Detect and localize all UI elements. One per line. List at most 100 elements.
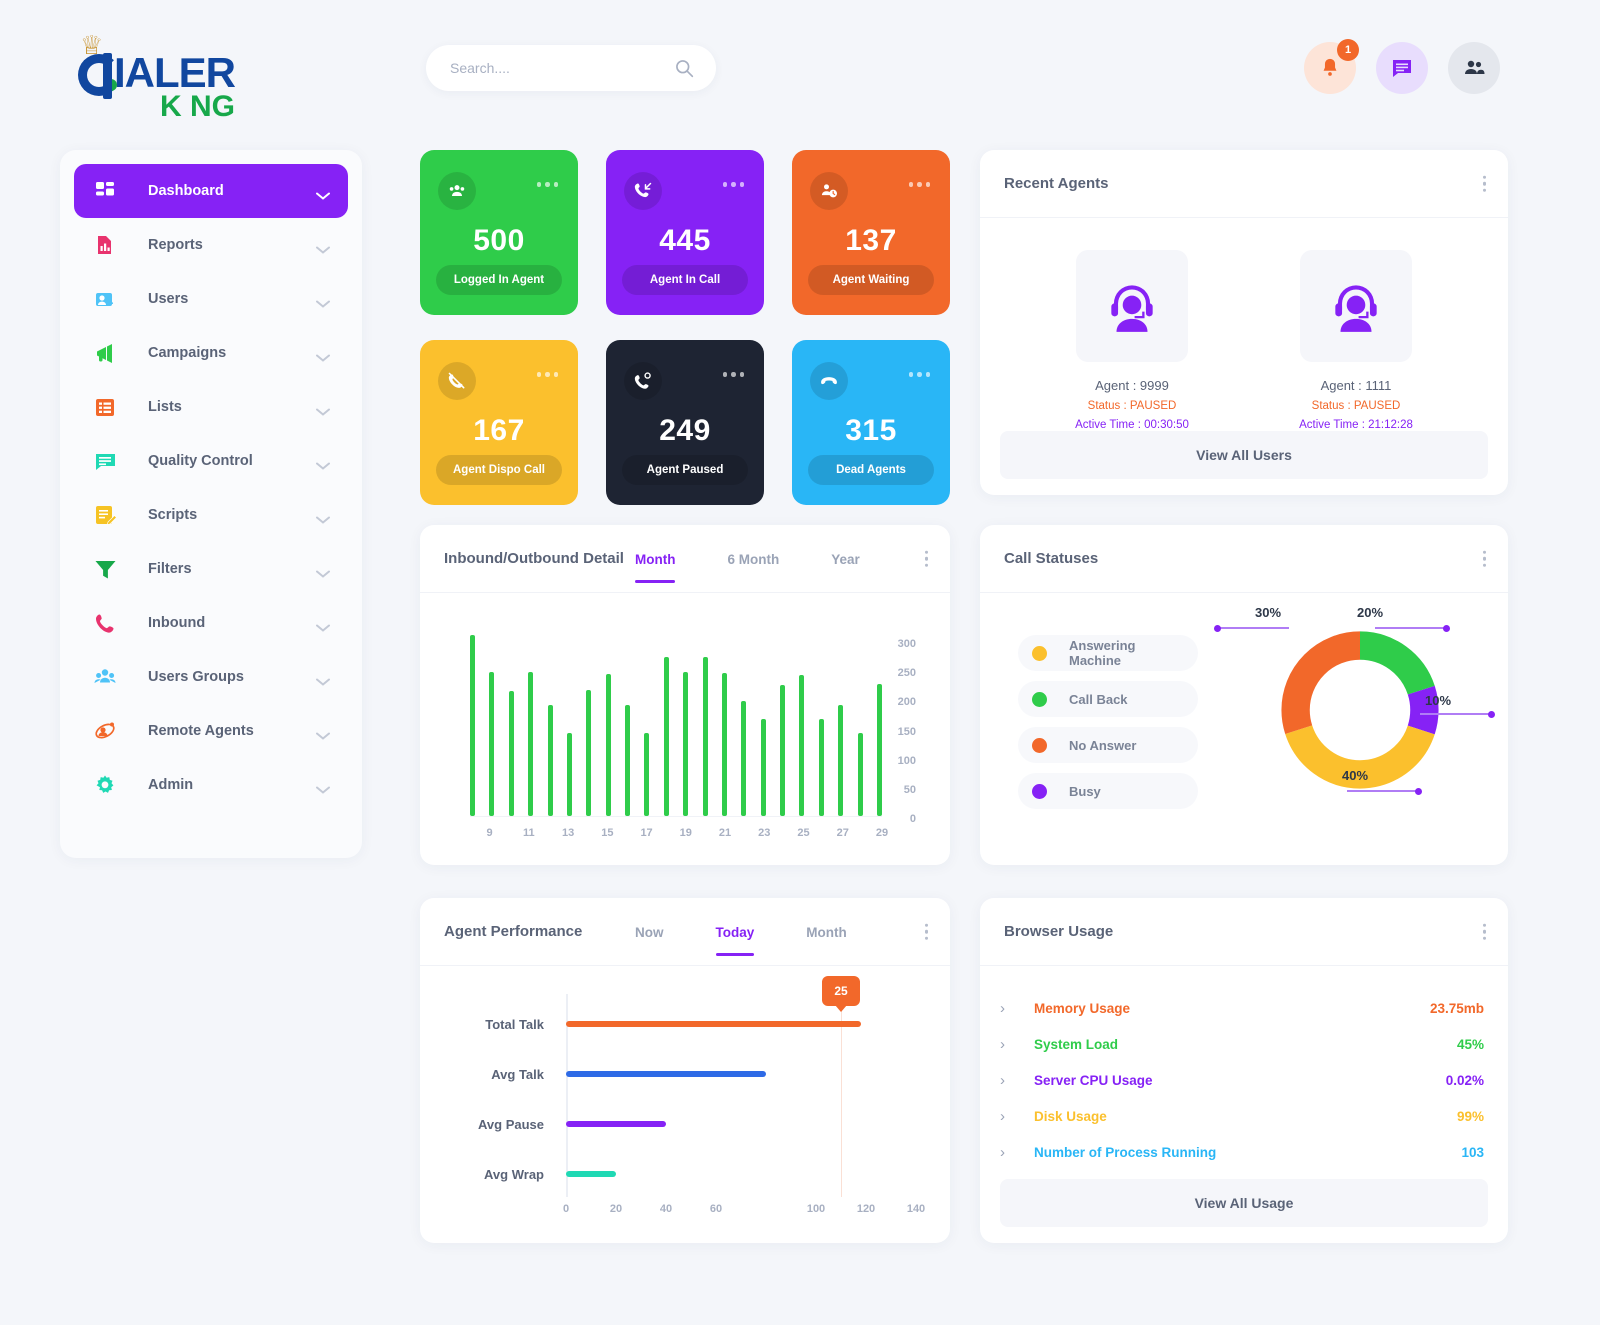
agent-card[interactable]: Agent : 9999 Status : PAUSED Active Time… [1075,250,1189,431]
sidebar-item-filters[interactable]: Filters [74,542,348,596]
stat-tile-agent-dispo-call[interactable]: 167 Agent Dispo Call [420,340,578,505]
agent-card[interactable]: Agent : 1111 Status : PAUSED Active Time… [1299,250,1413,431]
view-all-usage-button[interactable]: View All Usage [1000,1179,1488,1227]
search-bar[interactable] [426,45,716,91]
legend-item[interactable]: Busy [1018,773,1198,809]
tile-menu-button[interactable] [722,182,744,187]
chevron-down-icon [316,354,330,362]
donut-label-callback: 20% [1357,605,1384,620]
sidebar-item-lists[interactable]: Lists [74,380,348,434]
sidebar-item-reports[interactable]: Reports [74,218,348,272]
tab-6-month[interactable]: 6 Month [727,525,779,593]
legend-item[interactable]: Call Back [1018,681,1198,717]
chevron-right-icon[interactable]: › [1000,1000,1016,1017]
inbound-outbound-tabs: Month 6 Month Year [635,525,860,593]
tile-menu-button[interactable] [908,182,930,187]
sidebar-item-label: Users [148,291,189,307]
chevron-down-icon[interactable] [316,241,330,254]
group-icon [449,185,465,196]
inbound-outbound-chart: 0 50 100 150 200 250 300 9 11 13 15 17 19 21 23 25 27 29 [420,593,950,865]
usage-row[interactable]: › Server CPU Usage 0.02% [1000,1062,1484,1098]
group-icon [438,172,476,210]
sidebar-item-users[interactable]: Users [74,272,348,326]
sidebar-item-admin[interactable]: Admin [74,758,348,812]
inbound-outbound-menu-button[interactable] [924,550,928,567]
search-input[interactable] [450,45,660,91]
bar [818,719,824,816]
phone-missed-icon [448,372,465,389]
browser-usage-menu-button[interactable] [1482,923,1486,940]
sidebar-item-remote-agents[interactable]: Remote Agents [74,704,348,758]
bar [760,719,766,816]
bar [489,671,495,816]
chevron-down-icon[interactable] [316,673,330,686]
agent-performance-menu-button[interactable] [924,923,928,940]
tab-month[interactable]: Month [635,525,676,593]
funnel-icon [95,561,116,579]
sidebar-item-dashboard[interactable]: Dashboard [74,164,348,218]
tile-menu-button[interactable] [908,372,930,377]
stat-tile-agent-waiting[interactable]: 137 Agent Waiting [792,150,950,315]
usage-row[interactable]: › Disk Usage 99% [1000,1098,1484,1134]
sidebar-item-inbound[interactable]: Inbound [74,596,348,650]
tab-today[interactable]: Today [715,898,754,966]
profile-button[interactable] [1448,42,1500,94]
chevron-down-icon[interactable] [316,403,330,416]
chevron-right-icon[interactable]: › [1000,1108,1016,1125]
chevron-right-icon[interactable]: › [1000,1072,1016,1089]
chevron-right-icon[interactable]: › [1000,1036,1016,1053]
usage-row[interactable]: › Memory Usage 23.75mb [1000,990,1484,1026]
chevron-down-icon[interactable] [316,619,330,632]
tile-menu-button[interactable] [536,182,558,187]
stat-tile-logged-in-agent[interactable]: 500 Logged In Agent [420,150,578,315]
bar [547,704,553,816]
chevron-down-icon[interactable] [316,187,330,200]
hbar-row: Avg Talk [491,1064,766,1084]
stat-tile-agent-paused[interactable]: 249 Agent Paused [606,340,764,505]
bell-icon [1323,58,1337,76]
gear-icon [96,775,114,793]
tile-menu-button[interactable] [536,372,558,377]
usage-value: 103 [1461,1144,1484,1160]
tab-year[interactable]: Year [831,525,860,593]
chat-lines-icon [96,454,115,470]
stat-tile-agent-in-call[interactable]: 445 Agent In Call [606,150,764,315]
sidebar-item-quality-control[interactable]: Quality Control [74,434,348,488]
notifications-button[interactable]: 1 [1304,39,1359,94]
bar [470,635,475,816]
chevron-down-icon[interactable] [316,295,330,308]
search-icon[interactable] [674,58,694,78]
bar-series [470,627,882,817]
stat-tile-dead-agents[interactable]: 315 Dead Agents [792,340,950,505]
x-tick-label: 20 [609,1203,623,1215]
avatar [1075,250,1188,362]
legend-item[interactable]: No Answer [1018,727,1198,763]
tab-month[interactable]: Month [806,898,846,966]
users-group-icon [90,662,120,692]
legend-item[interactable]: Answering Machine [1018,635,1198,671]
bar [799,674,805,816]
usage-row[interactable]: › Number of Process Running 103 [1000,1134,1484,1170]
call-statuses-menu-button[interactable] [1482,550,1486,567]
gear-icon [90,770,120,800]
usage-row[interactable]: › System Load 45% [1000,1026,1484,1062]
chevron-down-icon[interactable] [316,727,330,740]
chat-icon [1393,60,1411,77]
stat-label: Dead Agents [808,455,934,485]
tab-now[interactable]: Now [635,898,664,966]
tile-menu-button[interactable] [722,372,744,377]
chevron-down-icon[interactable] [316,781,330,794]
chevron-down-icon[interactable] [316,511,330,524]
phone-incoming-icon [624,172,662,210]
sidebar-item-users-groups[interactable]: Users Groups [74,650,348,704]
chevron-down-icon[interactable] [316,457,330,470]
list-icon [90,392,120,422]
view-all-users-button[interactable]: View All Users [1000,431,1488,479]
chevron-down-icon[interactable] [316,349,330,362]
chevron-down-icon[interactable] [316,565,330,578]
messages-button[interactable] [1376,42,1428,94]
sidebar-item-campaigns[interactable]: Campaigns [74,326,348,380]
sidebar-item-scripts[interactable]: Scripts [74,488,348,542]
chevron-right-icon[interactable]: › [1000,1144,1016,1161]
recent-agents-menu-button[interactable] [1482,175,1486,192]
